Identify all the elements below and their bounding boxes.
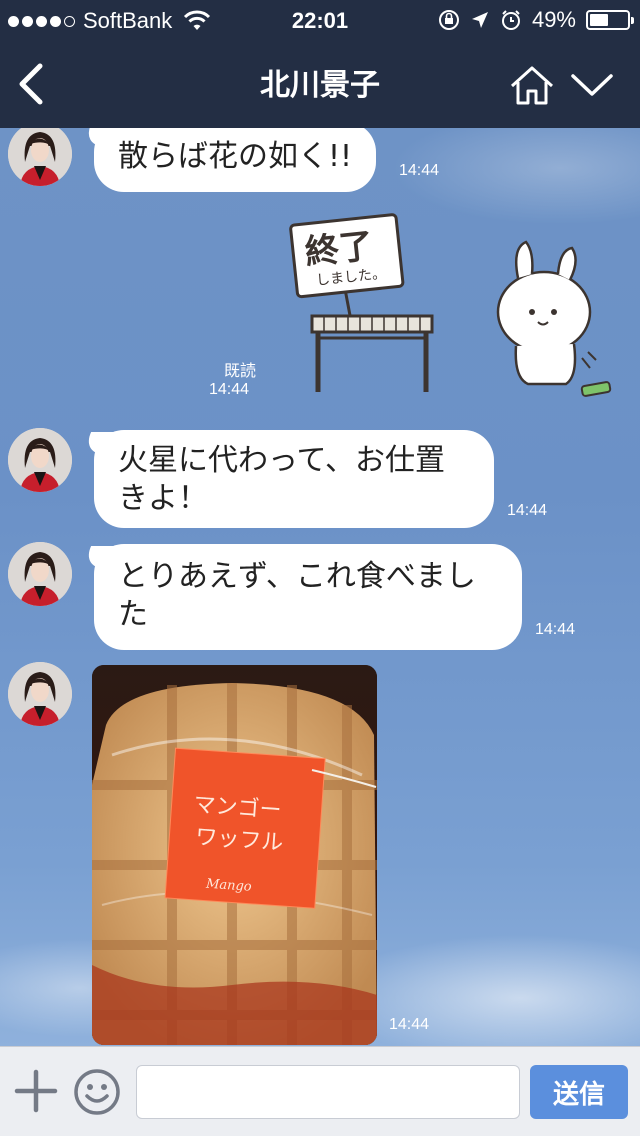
chat-message-list[interactable]: 散らば花の如く!! 14:44 既読 14:44 終了 しました。 火星に代わっ… bbox=[0, 128, 640, 1046]
message-time: 14:44 bbox=[507, 502, 548, 519]
avatar[interactable] bbox=[8, 428, 72, 492]
chevron-down-icon bbox=[571, 74, 613, 96]
message-bubble[interactable]: とりあえず、これ食べました bbox=[94, 544, 522, 650]
message-time: 14:44 bbox=[399, 162, 440, 179]
smiley-icon bbox=[74, 1069, 120, 1115]
alarm-clock-icon bbox=[501, 10, 520, 30]
chat-header: 北川景子 bbox=[0, 40, 640, 128]
message-bubble[interactable]: 火星に代わって、お仕置きよ！ bbox=[94, 430, 494, 528]
sticker[interactable]: 終了 しました。 bbox=[282, 208, 622, 398]
message-input[interactable] bbox=[136, 1065, 520, 1119]
avatar[interactable] bbox=[8, 128, 72, 186]
avatar[interactable] bbox=[8, 662, 72, 726]
message-bubble[interactable]: 散らば花の如く!! bbox=[94, 128, 377, 192]
message-text: 散らば花の如く!! bbox=[118, 139, 353, 174]
message-time: 14:44 bbox=[535, 621, 576, 638]
menu-toggle-button[interactable] bbox=[570, 70, 614, 100]
sticker-title: 終了 bbox=[303, 226, 375, 273]
message-text: 火星に代わって、お仕置きよ！ bbox=[118, 443, 445, 516]
orientation-lock-icon bbox=[438, 10, 459, 30]
avatar[interactable] bbox=[8, 542, 72, 606]
photo-message[interactable]: マンゴー ワッフル Mango bbox=[92, 665, 377, 1045]
message-composer: 送信 bbox=[0, 1046, 640, 1136]
add-attachment-button[interactable] bbox=[14, 1069, 58, 1113]
send-button[interactable]: 送信 bbox=[530, 1065, 628, 1119]
location-arrow-icon bbox=[471, 12, 488, 28]
battery-percent: 49% bbox=[531, 7, 576, 32]
plus-icon bbox=[14, 1069, 58, 1113]
battery-icon bbox=[586, 10, 634, 30]
emoji-button[interactable] bbox=[72, 1067, 122, 1117]
home-button[interactable] bbox=[508, 64, 556, 106]
message-time: 14:44 bbox=[389, 1016, 430, 1033]
message-text: とりあえず、これ食べました bbox=[118, 559, 476, 632]
read-receipt: 既読 bbox=[223, 361, 256, 380]
home-icon bbox=[510, 66, 554, 105]
message-time: 14:44 bbox=[209, 381, 250, 398]
status-bar: SoftBank 22:01 49% bbox=[0, 0, 640, 40]
